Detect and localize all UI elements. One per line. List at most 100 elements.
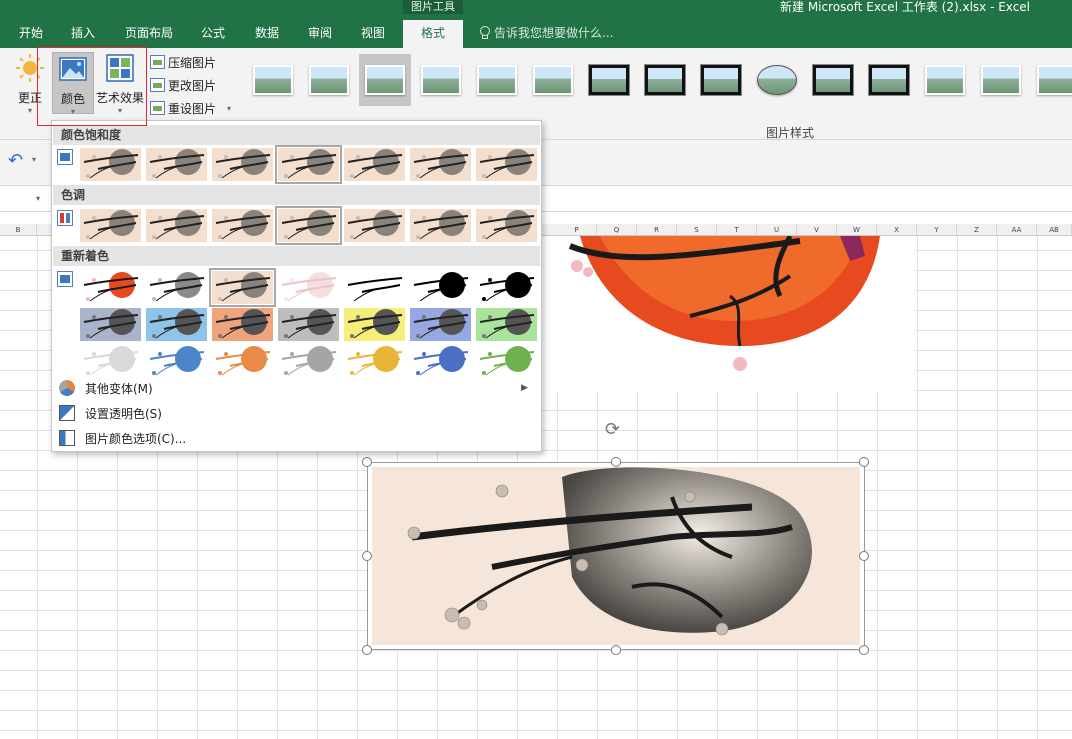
picture-style[interactable]: [639, 54, 691, 106]
recolor-blue[interactable]: [146, 308, 207, 341]
tab-page-layout[interactable]: 页面布局: [114, 20, 184, 48]
saturation-option[interactable]: [476, 148, 537, 181]
compress-pictures-button[interactable]: 压缩图片: [150, 52, 216, 72]
corrections-button[interactable]: 更正 ▾: [10, 52, 50, 115]
resize-handle[interactable]: [362, 551, 372, 561]
tone-option[interactable]: [80, 209, 141, 242]
resize-handle[interactable]: [859, 645, 869, 655]
recolor-light-blue-2[interactable]: [410, 345, 471, 378]
picture-style[interactable]: [695, 54, 747, 106]
recolor-black-white-25[interactable]: [344, 271, 405, 304]
recolor-washout[interactable]: [278, 271, 339, 304]
saturation-option[interactable]: [344, 148, 405, 181]
tab-insert[interactable]: 插入: [60, 20, 106, 48]
recolor-green[interactable]: [476, 308, 537, 341]
picture-style[interactable]: [415, 54, 467, 106]
saturation-option[interactable]: [80, 148, 141, 181]
tone-option[interactable]: [212, 209, 273, 242]
color-button[interactable]: 颜色 ▾: [52, 52, 94, 116]
tab-home[interactable]: 开始: [8, 20, 54, 48]
picture-style[interactable]: [1031, 54, 1072, 106]
picture-style[interactable]: [975, 54, 1027, 106]
recolor-light-gray-2[interactable]: [278, 345, 339, 378]
picture-style[interactable]: [471, 54, 523, 106]
column-header[interactable]: AA: [997, 224, 1037, 236]
tone-option[interactable]: [344, 209, 405, 242]
resize-handle[interactable]: [611, 645, 621, 655]
column-header[interactable]: AB: [1037, 224, 1072, 236]
recolor-dark-blue[interactable]: [410, 308, 471, 341]
column-header[interactable]: W: [837, 224, 877, 236]
tab-review[interactable]: 审阅: [297, 20, 343, 48]
recolor-dark-blue-gray[interactable]: [80, 308, 141, 341]
resize-handle[interactable]: [859, 457, 869, 467]
tone-option[interactable]: [146, 209, 207, 242]
recolor-grayscale[interactable]: [146, 271, 207, 304]
saturation-option[interactable]: [275, 145, 342, 184]
picture-style[interactable]: [919, 54, 971, 106]
tone-option[interactable]: [410, 209, 471, 242]
saturation-option[interactable]: [146, 148, 207, 181]
picture-style[interactable]: [527, 54, 579, 106]
rotate-handle-icon[interactable]: ⟳: [605, 419, 620, 440]
picture-style[interactable]: [583, 54, 635, 106]
transparent-color-icon: [59, 405, 75, 421]
context-group-label: 图片工具: [403, 0, 463, 14]
recolor-light-green[interactable]: [476, 345, 537, 378]
resize-handle[interactable]: [859, 551, 869, 561]
recolor-sepia[interactable]: [209, 268, 276, 307]
picture-style[interactable]: [303, 54, 355, 106]
column-header[interactable]: Q: [597, 224, 637, 236]
recolor-black-white-50[interactable]: [410, 271, 471, 304]
picture-style[interactable]: [359, 54, 411, 106]
change-picture-button[interactable]: 更改图片: [150, 75, 216, 95]
saturation-option[interactable]: [410, 148, 471, 181]
picture-color-options-item[interactable]: 图片颜色选项(C)...: [53, 426, 540, 450]
chevron-down-icon[interactable]: ▾: [32, 155, 36, 164]
picture-style[interactable]: [247, 54, 299, 106]
recolor-black-white-75[interactable]: [476, 271, 537, 304]
selected-picture[interactable]: [367, 462, 865, 650]
resize-handle[interactable]: [362, 645, 372, 655]
column-header[interactable]: X: [877, 224, 917, 236]
undo-icon[interactable]: ↶: [8, 150, 23, 171]
name-box-dropdown[interactable]: ▾: [36, 194, 40, 203]
tell-me-box[interactable]: 告诉我您想要做什么...: [478, 24, 613, 41]
resize-handle[interactable]: [362, 457, 372, 467]
column-header[interactable]: R: [637, 224, 677, 236]
column-header[interactable]: S: [677, 224, 717, 236]
recolor-original-color[interactable]: [80, 271, 141, 304]
column-header[interactable]: Y: [917, 224, 957, 236]
reset-picture-button[interactable]: 重设图片 ▾: [150, 98, 231, 118]
recolor-gold[interactable]: [344, 308, 405, 341]
tab-format[interactable]: 格式: [403, 20, 463, 48]
column-header[interactable]: P: [557, 224, 597, 236]
column-header[interactable]: B: [0, 224, 37, 236]
artistic-effects-button[interactable]: 艺术效果 ▾: [94, 52, 146, 115]
saturation-option[interactable]: [212, 148, 273, 181]
more-variants-item[interactable]: 其他变体(M) ▶: [53, 376, 540, 400]
tab-formulas[interactable]: 公式: [190, 20, 236, 48]
picture-style[interactable]: [863, 54, 915, 106]
picture-red-moon[interactable]: [540, 236, 915, 392]
recolor-light-gold[interactable]: [344, 345, 405, 378]
recolor-section-title: 重新着色: [53, 246, 540, 266]
recolor-light-orange[interactable]: [212, 345, 273, 378]
set-transparent-color-item[interactable]: 设置透明色(S): [53, 401, 540, 425]
tone-option[interactable]: [275, 206, 342, 245]
picture-style[interactable]: [807, 54, 859, 106]
column-header[interactable]: T: [717, 224, 757, 236]
column-header[interactable]: V: [797, 224, 837, 236]
recolor-orange[interactable]: [212, 308, 273, 341]
tab-data[interactable]: 数据: [244, 20, 290, 48]
tab-view[interactable]: 视图: [350, 20, 396, 48]
resize-handle[interactable]: [611, 457, 621, 467]
recolor-light-blue[interactable]: [146, 345, 207, 378]
picture-style[interactable]: [751, 54, 803, 106]
recolor-light-gray[interactable]: [80, 345, 141, 378]
title-bar: 图片工具 新建 Microsoft Excel 工作表 (2).xlsx - E…: [0, 0, 1072, 48]
column-header[interactable]: Z: [957, 224, 997, 236]
column-header[interactable]: U: [757, 224, 797, 236]
recolor-dark-gray[interactable]: [278, 308, 339, 341]
tone-option[interactable]: [476, 209, 537, 242]
